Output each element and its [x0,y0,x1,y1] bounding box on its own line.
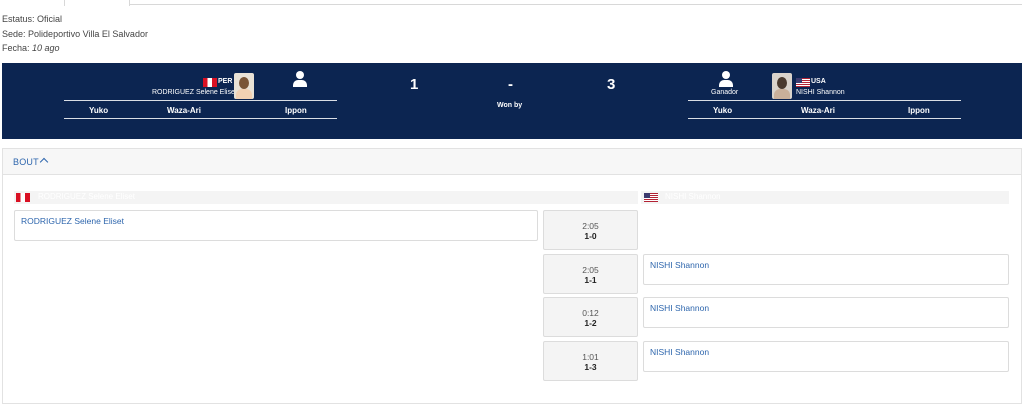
right-score-divider [688,100,961,101]
right-ippon-header: Ippon [908,106,930,115]
time-value: 1:01 [582,352,599,362]
left-athlete-name[interactable]: RODRIGUEZ Selene Eliset [152,89,237,96]
peru-flag-icon [16,193,30,202]
left-action-card[interactable]: RODRIGUEZ Selene Eliset [14,210,538,241]
left-ippon-header: Ippon [285,106,307,115]
running-score: 1-1 [584,275,597,285]
running-score: 1-3 [584,362,597,372]
right-athlete-bar: NISHI Shannon [641,191,1009,204]
left-country-code: PER [218,78,233,85]
time-cell: 2:05 1-1 [543,254,638,294]
tab-strip [0,0,1024,6]
bout-title[interactable]: BOUT [13,157,39,167]
venue-value: Polideportivo Villa El Salvador [28,28,148,39]
active-tab[interactable] [64,0,130,6]
left-waza-ari-header: Waza-Ari [167,106,201,115]
right-action-card[interactable]: NISHI Shannon [643,254,1009,285]
left-action-name[interactable]: RODRIGUEZ Selene Eliset [21,216,124,226]
right-yuko-header: Yuko [713,106,733,115]
time-cell: 0:12 1-2 [543,297,638,337]
usa-flag-icon [644,193,658,202]
right-bar-name: NISHI Shannon [665,192,721,201]
left-score: 1 [410,76,419,93]
right-athlete-photo [772,73,792,99]
right-score: 3 [607,76,616,93]
left-bar-name: RODRIGUEZ Selene Eliset [38,192,135,201]
user-icon [293,71,307,87]
bout-header[interactable]: BOUT [3,149,1021,175]
usa-flag-icon [796,78,810,87]
left-yuko-header: Yuko [89,106,109,115]
right-waza-ari-header: Waza-Ari [801,106,835,115]
right-score-underline [688,118,961,119]
score-separator: - [508,76,513,93]
right-action-card[interactable]: NISHI Shannon [643,341,1009,372]
winner-label: Ganador [711,89,739,96]
time-value: 2:05 [582,265,599,275]
time-cell: 2:05 1-0 [543,210,638,250]
right-country-code: USA [811,78,826,85]
right-athlete-name[interactable]: NISHI Shannon [796,89,845,96]
date-value: 10 ago [32,43,60,53]
venue-row: Sede: Polideportivo Villa El Salvador [2,28,148,39]
chevron-up-icon[interactable] [39,157,49,166]
running-score: 1-2 [584,318,597,328]
right-action-name[interactable]: NISHI Shannon [650,303,709,313]
right-action-name[interactable]: NISHI Shannon [650,347,709,357]
time-value: 0:12 [582,308,599,318]
won-by-label: Won by [497,102,523,109]
right-action-name[interactable]: NISHI Shannon [650,260,709,270]
match-meta: Estatus: Oficial Sede: Polideportivo Vil… [2,12,148,56]
peru-flag-icon [203,78,217,87]
time-value: 2:05 [582,221,599,231]
status-value: Oficial [37,14,63,24]
left-athlete-photo [234,73,254,99]
left-athlete-bar: RODRIGUEZ Selene Eliset [14,191,638,204]
right-action-card[interactable]: NISHI Shannon [643,297,1009,328]
running-score: 1-0 [584,231,597,241]
time-cell: 1:01 1-3 [543,341,638,381]
left-score-divider [64,100,337,101]
date-row: Fecha: 10 ago [2,43,60,53]
left-score-underline [64,118,337,119]
score-banner: PER RODRIGUEZ Selene Eliset Yuko Waza-Ar… [2,63,1022,139]
winner-user-icon [719,71,733,87]
status-row: Estatus: Oficial [2,14,63,24]
